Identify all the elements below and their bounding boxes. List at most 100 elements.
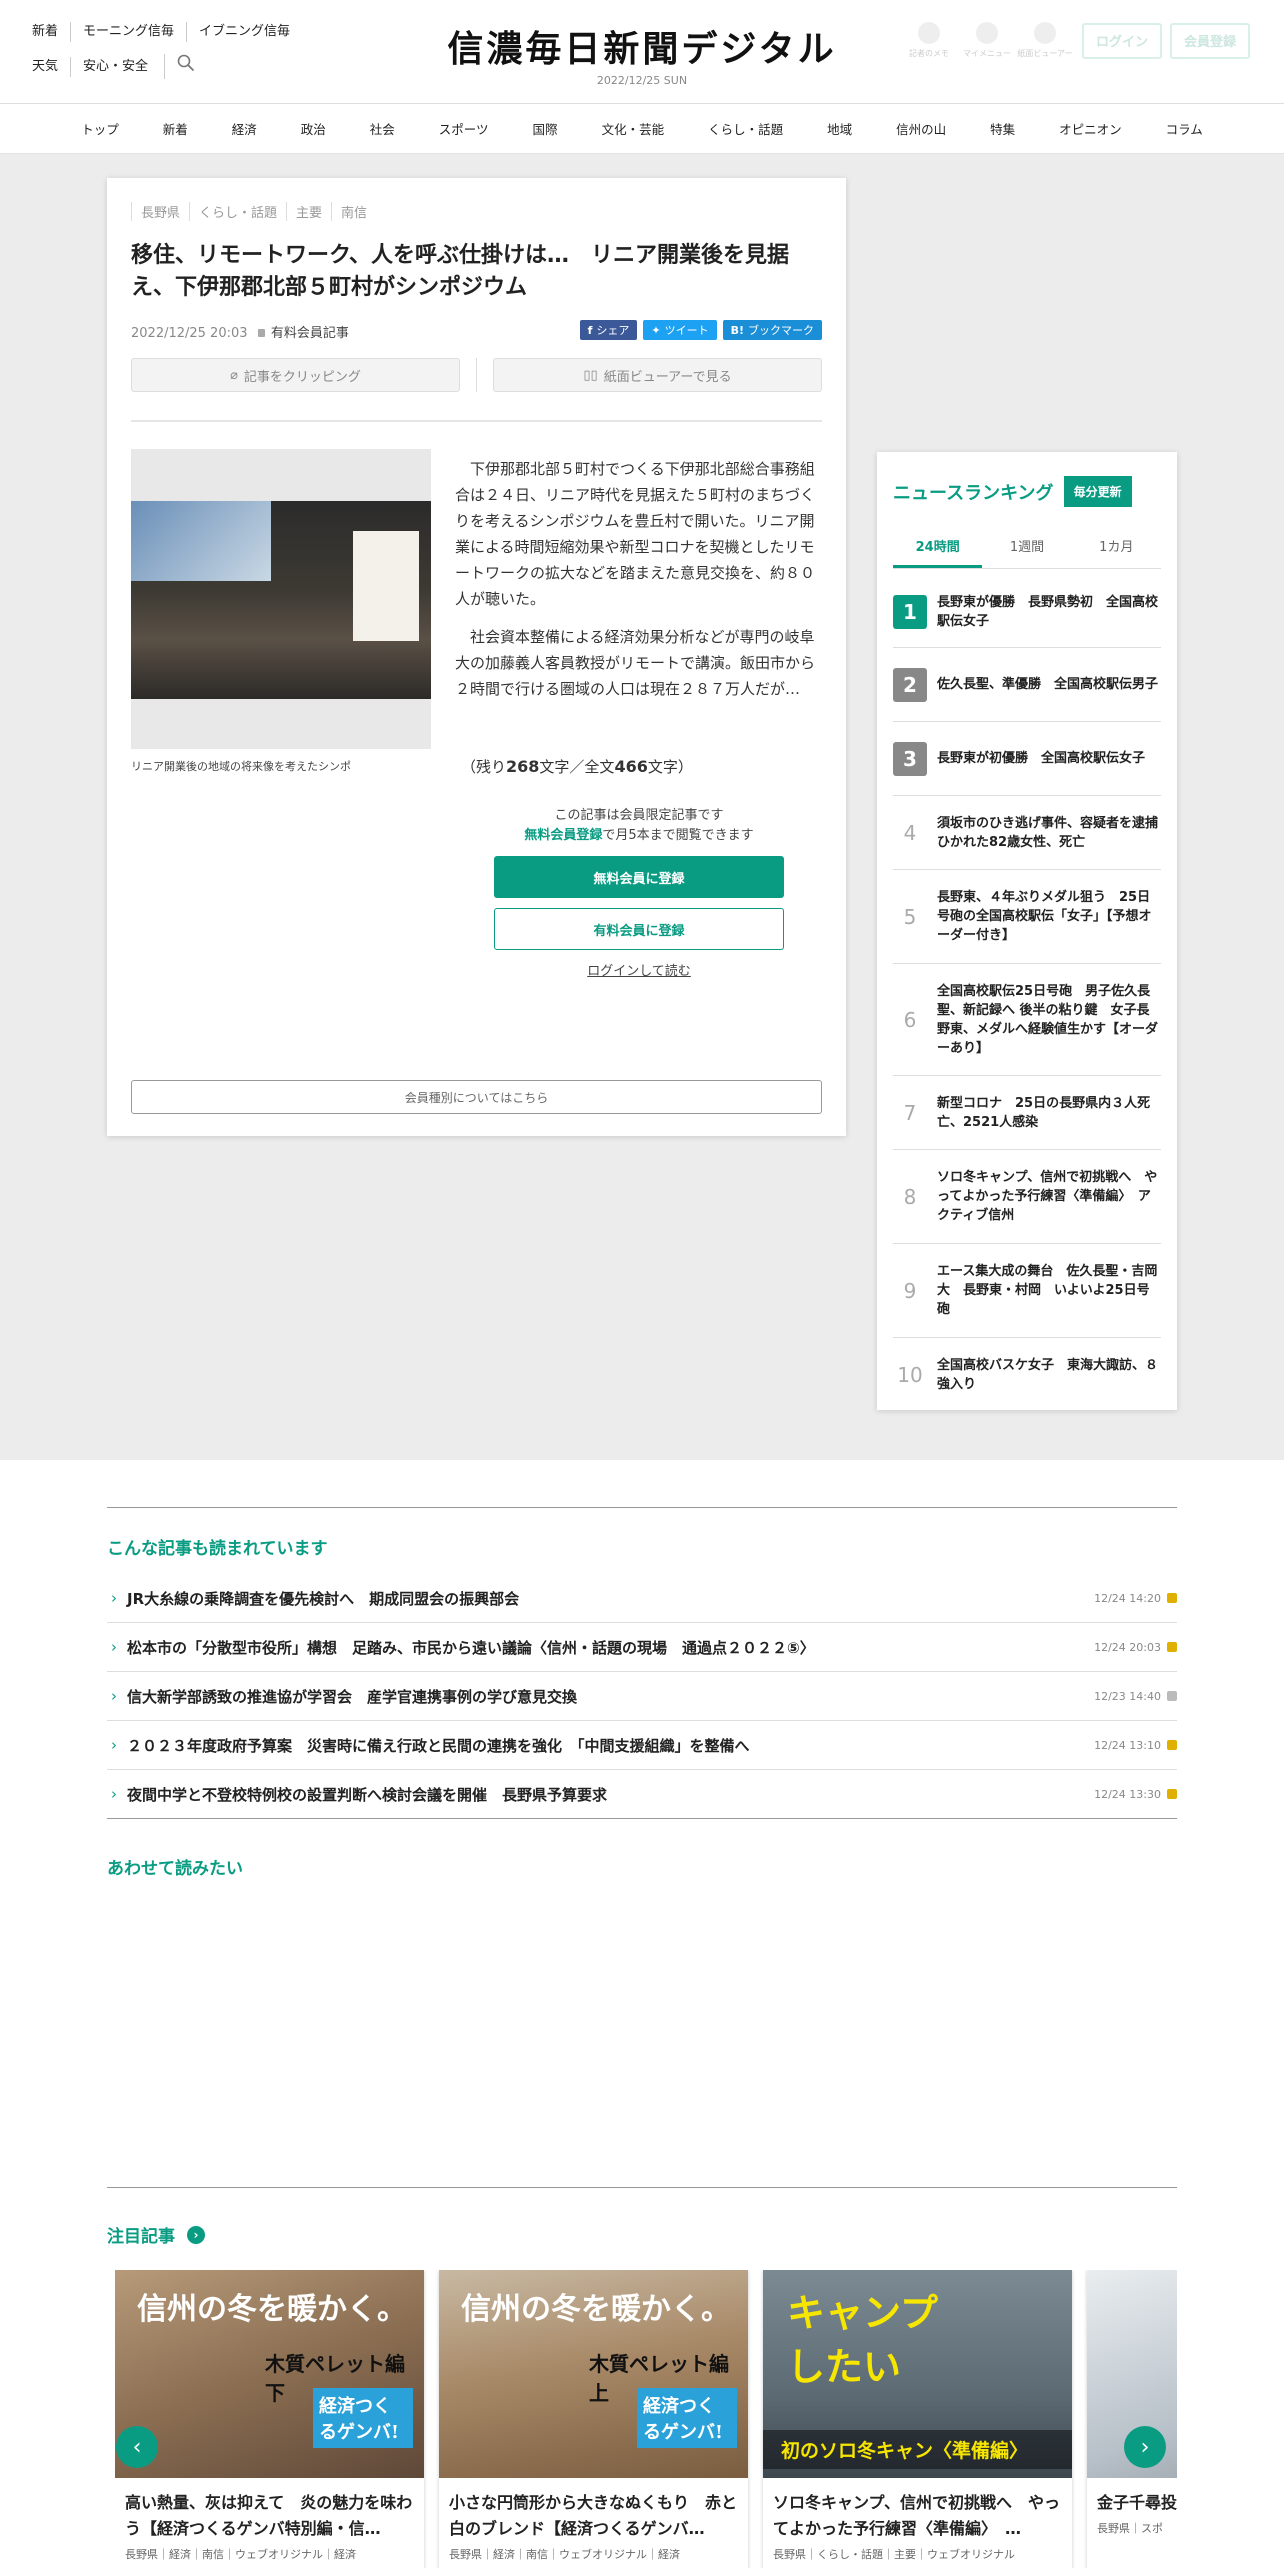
related-title: こんな記事も読まれています [107,1539,328,1559]
nav-item[interactable]: スポーツ [417,119,511,138]
ranking-list: 1 長野東が優勝 長野県勢初 全国高校駅伝女子 2 佐久長聖、準優勝 全国高校駅伝男… [893,576,1171,1412]
chevron-right-icon: › [111,1687,117,1705]
card-title: 高い熱量、灰は抑えて 炎の魅力を味わう【経済つくるゲンバ特別編・信… [125,2493,413,2538]
tab-24h[interactable]: 24時間 [893,536,983,568]
site-header: 新着 モーニング信毎 イブニング信毎 天気 安心・安全 信濃毎日新聞デジタル 2… [0,0,1284,104]
card-title: 金子千尋投出、地元長… [1097,2493,1177,2512]
related-item[interactable]: › ２０２３年度政府予算案 災害時に備え行政と民間の連携を強化 「中間支援組織」を… [107,1721,1177,1770]
ranking-item[interactable]: 6 全国高校駅伝25日号砲 男子佐久長聖、新記録へ 後半の粘り鍵 女子長野東、メダ… [893,964,1161,1076]
share-buttons: f シェア ✦ ツイート B! ブックマーク [574,320,822,340]
featured-card[interactable]: キャンプしたい 初のソロ冬キャン〈準備編〉 ソロ冬キャンプ、信州で初挑戦へ やっ… [763,2270,1072,2568]
carousel-prev-button[interactable]: ‹ [116,2426,158,2468]
tag[interactable]: 南信 [331,202,376,221]
nav-item[interactable]: 文化・芸能 [580,119,687,138]
ranking-item[interactable]: 5 長野東、４年ぶりメダル狙う 25日号砲の全国高校駅伝「女子」【予想オーダー付き… [893,870,1161,964]
featured-title: 注目記事 [107,2227,175,2247]
page: 新着 モーニング信毎 イブニング信毎 天気 安心・安全 信濃毎日新聞デジタル 2… [0,0,1284,2568]
related-item[interactable]: › 夜間中学と不登校特例校の設置判断へ検討会議を開催 長野県予算要求 12/24 1… [107,1770,1177,1819]
related-item[interactable]: › JR大糸線の乗降調査を優先検討へ 期成同盟会の振興部会 12/24 14:20 [107,1574,1177,1623]
card-title: 小さな円筒形から大きなぬくもり 赤と白のブレンド【経済つくるゲンバ… [449,2493,738,2538]
remaining-count: （残り268文字／全文466文字） [461,757,693,776]
card-image: 信州の冬を暖かく。 木質ペレット編 下 経済つくるゲンバ! [115,2270,424,2478]
bookmark-button[interactable]: B! ブックマーク [722,320,822,340]
tag[interactable]: くらし・話題 [189,202,286,221]
clip-button[interactable]: ⌀ 記事をクリッピング [131,358,460,392]
banner-sign [353,531,419,641]
register-button[interactable]: 会員登録 [1169,22,1250,59]
memo-icon[interactable]: 記者のメモ [900,22,958,59]
carousel-next-button[interactable]: › [1124,2426,1166,2468]
lock-icon [1167,1789,1177,1799]
mymenu-icon[interactable]: マイメニュー [958,22,1016,59]
card-tags: 長野県｜くらし・話題｜主要｜ウェブオリジナル [773,2548,1015,2561]
nav-item[interactable]: 国際 [511,119,580,138]
related-item[interactable]: › 信大新学部誘致の推進協が学習会 産学官連携事例の学び意見交換 12/23 14:… [107,1672,1177,1721]
clip-icon: ⌀ [230,367,238,383]
viewer-icon[interactable]: 紙面ビューアー [1016,22,1074,59]
nav-item[interactable]: 新着 [141,119,210,138]
rank-title: 長野東が優勝 長野県勢初 全国高校駅伝女子 [937,594,1159,629]
rank-title: 全国高校バスケ女子 東海大諏訪、８強入り [937,1358,1159,1392]
book-icon: ▯▯ [583,367,598,383]
rank-title: 長野東、４年ぶりメダル狙う 25日号砲の全国高校駅伝「女子」【予想オーダー付き】 [937,890,1152,943]
card-title: ソロ冬キャンプ、信州で初挑戦へ やってよかった予行練習〈準備編〉 … [773,2493,1061,2538]
nav-item[interactable]: 地域 [805,119,874,138]
featured-card[interactable]: 金子千尋投出、地元長… 長野県｜スポ [1087,2270,1177,2568]
paragraph: 下伊那郡北部５町村でつくる下伊那北部総合事務組合は２４日、リニア時代を見据えた５… [455,460,816,608]
rank-title: エース集大成の舞台 佐久長聖・吉岡大 長野東・村岡 いよいよ25日号砲 [937,1264,1158,1317]
ranking-item[interactable]: 3 長野東が初優勝 全国高校駅伝女子 [893,722,1161,796]
image-text: 信州の冬を暖かく。 [461,2292,731,2327]
chevron-left-icon: ‹ [132,2434,142,2460]
ranking-item[interactable]: 8 ソロ冬キャンプ、信州で初挑戦へ やってよかった予行練習〈準備編〉 アクティブ信… [893,1150,1161,1244]
tab-1week[interactable]: 1週間 [982,536,1071,568]
lock-icon [1167,1642,1177,1652]
nav-item[interactable]: くらし・話題 [686,119,805,138]
rank-title: ソロ冬キャンプ、信州で初挑戦へ やってよかった予行練習〈準備編〉 アクティブ信州 [937,1170,1158,1223]
tab-1month[interactable]: 1カ月 [1072,536,1161,568]
lock-icon [1167,1593,1177,1603]
arrow-right-icon[interactable]: › [187,2225,205,2244]
nav-item[interactable]: 信州の山 [874,119,968,138]
ranking-title: ニュースランキング [893,482,1054,504]
ranking-item[interactable]: 7 新型コロナ 25日の長野県内３人死亡、2521人感染 [893,1076,1161,1150]
ranking-item[interactable]: 2 佐久長聖、準優勝 全国高校駅伝男子 [893,648,1161,722]
image-text: キャンプしたい [787,2290,938,2389]
featured-card[interactable]: 信州の冬を暖かく。 木質ペレット編 上 経済つくるゲンバ! 小さな円筒形から大き… [439,2270,748,2568]
ranking-item[interactable]: 4 須坂市のひき逃げ事件、容疑者を逮捕 ひかれた82歳女性、死亡 [893,796,1171,870]
article-meta: 2022/12/25 20:03 有料会員記事 [131,322,349,341]
header-date: 2022/12/25 SUN [596,74,688,87]
related-item[interactable]: › 松本市の「分散型市役所」構想 足踏み、市民から遠い議論〈信州・話題の現場 通過… [107,1623,1177,1672]
ranking-item[interactable]: 1 長野東が優勝 長野県勢初 全国高校駅伝女子 [893,576,1161,648]
featured-card[interactable]: 信州の冬を暖かく。 木質ペレット編 下 経済つくるゲンバ! 高い熱量、灰は抑えて… [115,2270,424,2568]
chevron-right-icon: › [1140,2434,1150,2460]
ranking-item[interactable]: 9 エース集大成の舞台 佐久長聖・吉岡大 長野東・村岡 いよいよ25日号砲 [893,1244,1161,1338]
nav-item[interactable]: オピニオン [1037,119,1144,138]
free-register-button[interactable]: 無料会員に登録 [494,856,784,898]
tag[interactable]: 長野県 [131,202,189,221]
member-types-button[interactable]: 会員種別についてはこちら [131,1080,822,1114]
viewer-button[interactable]: ▯▯ 紙面ビューアーで見る [493,358,822,392]
facebook-share-button[interactable]: f シェア [579,320,638,340]
nav-item[interactable]: 政治 [279,119,348,138]
paywall: この記事は会員限定記事です 無料会員登録で月5本まで閲覧できます 無料会員に登録… [494,806,784,979]
nav-item[interactable]: コラム [1144,119,1225,138]
facebook-icon: f [587,323,593,337]
nav-item[interactable]: トップ [59,119,141,138]
login-to-read-link[interactable]: ログインして読む [494,960,784,979]
tweet-button[interactable]: ✦ ツイート [643,320,717,340]
paywall-note-2: 無料会員登録で月5本まで閲覧できます [524,828,754,843]
hatena-icon: B! [730,323,744,337]
rank-number: 2 [893,667,927,702]
paid-register-button[interactable]: 有料会員に登録 [494,908,784,950]
nav-item[interactable]: 社会 [348,119,417,138]
news-ranking: ニュースランキング 毎分更新 24時間 1週間 1カ月 1 長野東が優勝 長野県勢… [877,452,1177,1410]
divider [476,358,477,392]
nav-item[interactable]: 特集 [968,119,1037,138]
login-button[interactable]: ログイン [1081,22,1162,59]
tag[interactable]: 主要 [286,202,331,221]
image-badge: 経済つくるゲンバ! [313,2388,413,2448]
article-photo[interactable] [131,449,431,749]
lock-icon [257,329,265,337]
nav-item[interactable]: 経済 [210,119,279,138]
ranking-item[interactable]: 10 全国高校バスケ女子 東海大諏訪、８強入り [893,1338,1161,1412]
